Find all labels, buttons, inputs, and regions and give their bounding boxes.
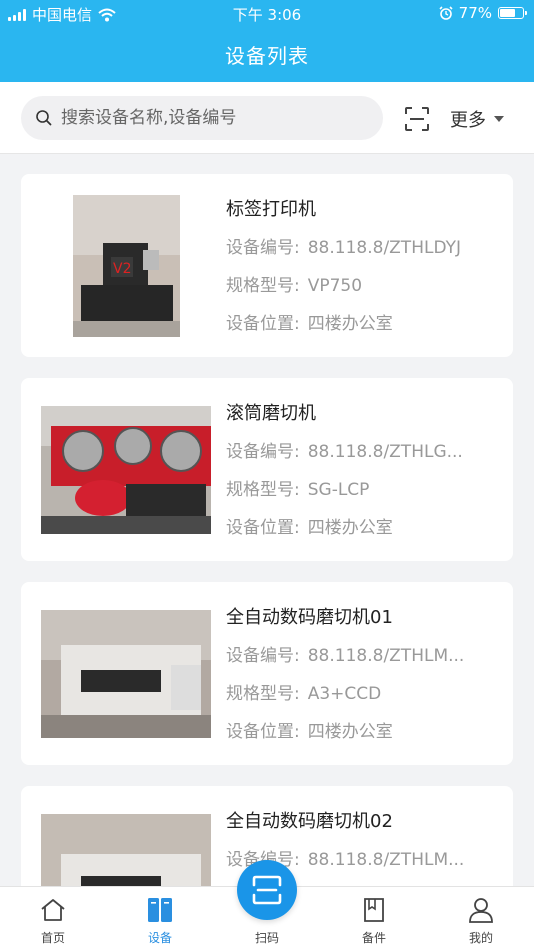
field-label-model: 规格型号:	[226, 276, 300, 296]
device-photo	[41, 610, 211, 738]
field-label-location: 设备位置:	[226, 314, 300, 334]
battery-label: 77%	[458, 4, 492, 22]
device-name: 标签打印机	[226, 199, 316, 220]
device-location: 四楼办公室	[307, 314, 393, 334]
device-card[interactable]: V2 标签打印机 设备编号: 88.118.8/ZTHLDYJ 规格型号: VP75…	[21, 174, 513, 357]
search-input[interactable]	[61, 108, 361, 128]
home-icon	[41, 899, 65, 921]
tab-mine[interactable]: 我的	[441, 887, 521, 950]
device-code: 88.118.8/ZTHLM...	[307, 646, 465, 666]
status-bar: 中国电信 下午 3:06 77%	[0, 0, 534, 28]
device-photo	[41, 406, 211, 534]
battery-icon	[498, 7, 527, 19]
tab-label: 首页	[40, 931, 65, 945]
scan-icon	[252, 875, 282, 905]
more-dropdown[interactable]: 更多	[450, 106, 504, 132]
field-label-model: 规格型号:	[226, 480, 300, 500]
device-name: 全自动数码磨切机01	[226, 607, 393, 628]
device-code: 88.118.8/ZTHLDYJ	[307, 238, 462, 258]
field-label-model: 规格型号:	[226, 684, 300, 704]
tab-device[interactable]: 设备	[120, 887, 200, 950]
tab-label: 设备	[147, 931, 172, 945]
search-icon	[36, 110, 52, 126]
tab-home[interactable]: 首页	[13, 887, 93, 950]
scan-fab-button[interactable]	[237, 860, 297, 920]
tab-label: 我的	[468, 931, 493, 945]
device-icon	[148, 898, 172, 922]
device-code: 88.118.8/ZTHLM...	[307, 850, 465, 870]
field-label-location: 设备位置:	[226, 518, 300, 538]
tab-label: 备件	[361, 931, 386, 945]
field-label-code: 设备编号:	[226, 238, 300, 258]
field-label-code: 设备编号:	[226, 442, 300, 462]
device-location: 四楼办公室	[307, 518, 393, 538]
device-photo: V2	[41, 195, 211, 337]
search-box[interactable]	[21, 96, 383, 140]
page-title: 设备列表	[225, 44, 309, 68]
device-model: SG-LCP	[307, 480, 370, 500]
device-model: A3+CCD	[307, 684, 382, 704]
device-location: 四楼办公室	[307, 722, 393, 742]
device-card[interactable]: 全自动数码磨切机01 设备编号: 88.118.8/ZTHLM... 规格型号: A…	[21, 582, 513, 765]
device-model: VP750	[307, 276, 363, 296]
field-label-location: 设备位置:	[226, 722, 300, 742]
search-bar: 更多	[0, 82, 534, 154]
tab-label: 扫码	[254, 931, 279, 945]
caret-down-icon	[494, 116, 504, 122]
tab-parts[interactable]: 备件	[334, 887, 414, 950]
field-label-code: 设备编号:	[226, 646, 300, 666]
device-name: 滚筒磨切机	[226, 403, 316, 424]
scan-code-icon[interactable]	[404, 106, 430, 132]
alarm-icon	[439, 6, 453, 20]
svg-text:V2: V2	[113, 261, 131, 277]
more-label: 更多	[450, 110, 486, 131]
parts-icon	[364, 898, 384, 922]
device-code: 88.118.8/ZTHLG...	[307, 442, 463, 462]
app-header: 中国电信 下午 3:06 77% 设备列表	[0, 0, 534, 82]
user-icon	[469, 898, 493, 923]
device-name: 全自动数码磨切机02	[226, 811, 393, 832]
device-card[interactable]: 滚筒磨切机 设备编号: 88.118.8/ZTHLG... 规格型号: SG-LCP…	[21, 378, 513, 561]
